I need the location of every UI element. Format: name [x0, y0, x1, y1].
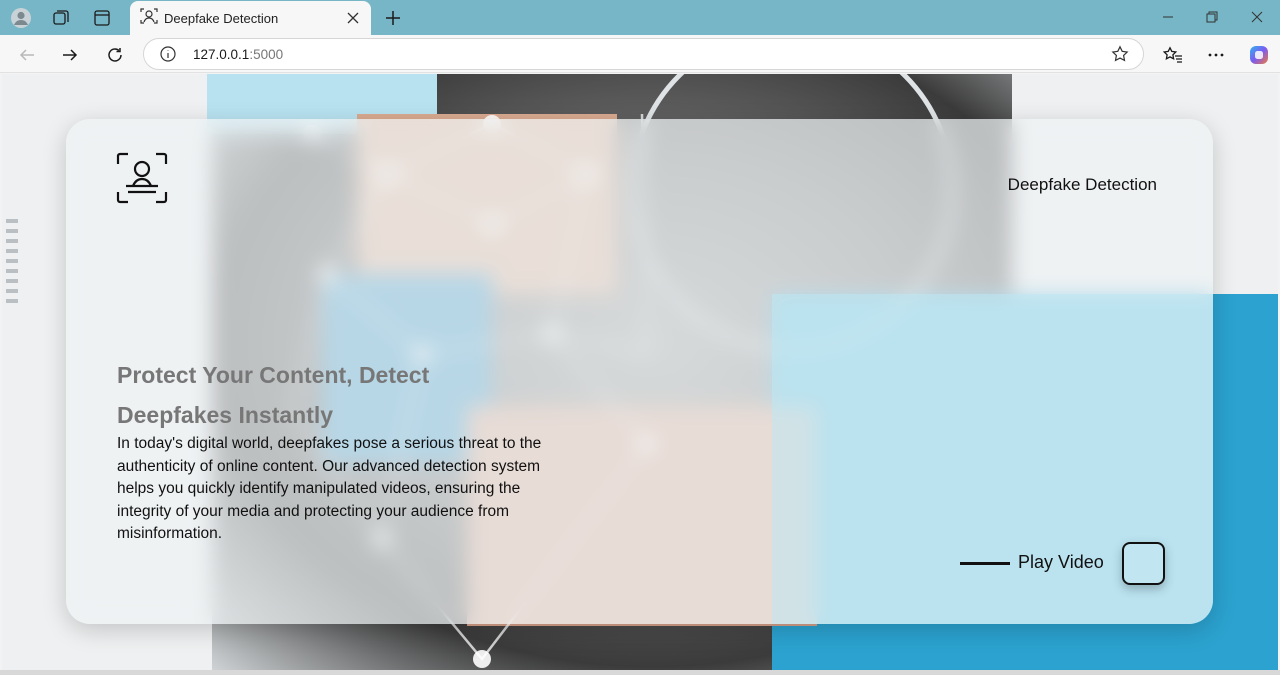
profile-avatar-icon[interactable]: [9, 6, 33, 30]
url-text: 127.0.0.1:5000: [193, 47, 283, 62]
close-tab-icon[interactable]: [341, 6, 365, 30]
url-host: 127.0.0.1: [193, 47, 250, 62]
play-video-button[interactable]: [1122, 542, 1165, 585]
window-bottom-edge: [0, 670, 1280, 675]
address-bar[interactable]: 127.0.0.1:5000: [143, 38, 1144, 70]
face-scan-icon: [140, 7, 158, 30]
hero-headline: Protect Your Content, Detect Deepfakes I…: [117, 362, 430, 428]
tab-active[interactable]: Deepfake Detection: [130, 1, 371, 35]
tab-strip: Deepfake Detection: [0, 0, 1280, 35]
restore-button[interactable]: [1189, 5, 1235, 29]
tab-title: Deepfake Detection: [164, 10, 279, 26]
copilot-icon[interactable]: [1245, 41, 1273, 69]
new-tab-button[interactable]: [380, 5, 406, 31]
tab-actions-icon[interactable]: [90, 6, 114, 30]
brand-name: Deepfake Detection: [1007, 175, 1157, 194]
play-video-line: [960, 562, 1010, 565]
url-port: :5000: [249, 47, 284, 62]
browser-toolbar: 127.0.0.1:5000: [0, 35, 1280, 73]
site-info-icon[interactable]: [159, 45, 179, 65]
close-window-button[interactable]: [1234, 5, 1280, 29]
favorite-star-icon[interactable]: [1111, 45, 1131, 65]
favorites-icon[interactable]: [1159, 41, 1187, 69]
refresh-button[interactable]: [101, 41, 129, 69]
more-menu-icon[interactable]: [1202, 41, 1230, 69]
workspaces-icon[interactable]: [49, 6, 73, 30]
forward-button[interactable]: [56, 41, 84, 69]
face-scan-logo-icon[interactable]: [116, 152, 168, 204]
hero-card: Deepfake Detection Protect Your Content,…: [66, 119, 1213, 624]
hero-description: In today's digital world, deepfakes pose…: [117, 435, 542, 542]
minimize-button[interactable]: [1145, 5, 1191, 29]
page-viewport: Deepfake Detection Protect Your Content,…: [2, 74, 1278, 670]
play-video-label[interactable]: Play Video: [1018, 552, 1104, 573]
back-button[interactable]: [13, 41, 41, 69]
